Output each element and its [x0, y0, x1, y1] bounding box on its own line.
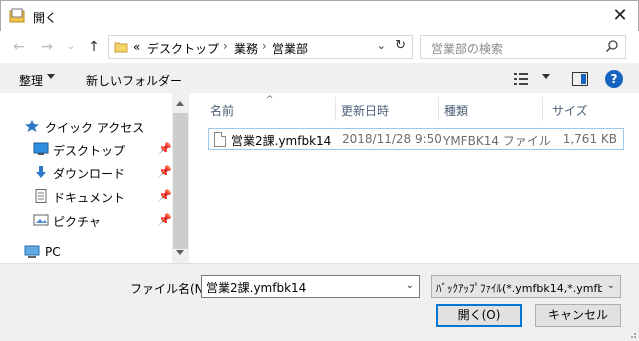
address-bar[interactable]: « デスクトップ › 業務 › 営業部 ⌄ ↻ — [108, 35, 413, 59]
sort-ascending-icon: ^ — [266, 95, 274, 105]
sidebar-item-documents[interactable]: ドキュメント 📌 — [0, 185, 172, 207]
sidebar-item-label: クイック アクセス — [45, 121, 145, 135]
file-icon — [214, 132, 226, 147]
sidebar-item-pictures[interactable]: ピクチャ 📌 — [0, 209, 172, 231]
navigation-pane: クイック アクセス デスクトップ 📌 ダウンロード 📌 ドキュメント 📌 ピクチ… — [0, 93, 190, 263]
sidebar-item-pc[interactable]: PC — [0, 241, 172, 263]
navigation-scrollbar[interactable] — [172, 93, 189, 263]
close-button[interactable]: ✕ — [608, 5, 632, 27]
file-list: ^ 名前 更新日時 種類 サイズ 営業2課.ymfbk14 2018/11/28… — [200, 93, 639, 263]
back-button[interactable]: ← — [10, 38, 28, 56]
sidebar-item-label: ドキュメント — [53, 191, 126, 205]
refresh-icon[interactable]: ↻ — [395, 38, 406, 53]
filename-dropdown-icon[interactable]: ⌄ — [406, 280, 414, 291]
sidebar-item-downloads[interactable]: ダウンロード 📌 — [0, 161, 172, 183]
breadcrumb-separator[interactable]: › — [223, 39, 228, 53]
preview-pane-icon[interactable] — [572, 72, 588, 86]
pc-icon — [24, 245, 40, 258]
pin-icon: 📌 — [158, 189, 172, 202]
breadcrumb-business[interactable]: 業務 — [234, 40, 258, 57]
up-button[interactable]: ↑ — [85, 38, 103, 56]
organize-caret-icon[interactable] — [47, 74, 55, 79]
file-type: YMFBK14 ファイル — [443, 134, 551, 148]
file-type-dropdown-icon[interactable]: ⌄ — [607, 280, 615, 291]
pictures-icon — [33, 214, 49, 226]
file-name: 営業2課.ymfbk14 — [231, 134, 332, 148]
address-overflow[interactable]: « — [133, 40, 140, 54]
scroll-up-icon[interactable] — [176, 101, 184, 106]
scroll-down-icon[interactable] — [176, 250, 184, 255]
sidebar-item-label: デスクトップ — [53, 144, 126, 158]
organize-button[interactable]: 整理 — [19, 72, 43, 89]
forward-button[interactable]: → — [38, 38, 56, 56]
new-folder-button[interactable]: 新しいフォルダー — [86, 72, 182, 89]
breadcrumb-desktop[interactable]: デスクトップ — [147, 40, 219, 57]
file-modified: 2018/11/28 9:50 — [342, 132, 442, 146]
column-divider[interactable] — [438, 97, 439, 121]
desktop-icon — [33, 142, 49, 155]
scroll-thumb[interactable] — [173, 113, 188, 249]
filename-field[interactable]: 営業2課.ymfbk14 ⌄ — [201, 275, 420, 298]
file-row[interactable]: 営業2課.ymfbk14 2018/11/28 9:50 YMFBK14 ファイ… — [208, 128, 624, 150]
file-size: 1,761 KB — [562, 132, 617, 146]
sidebar-item-label: PC — [45, 245, 61, 259]
column-header-size[interactable]: サイズ — [552, 102, 588, 119]
filename-input[interactable]: 営業2課.ymfbk14 — [206, 279, 306, 296]
search-box[interactable]: 営業部の検索 — [420, 35, 626, 59]
open-button[interactable]: 開く(O) — [436, 304, 522, 327]
address-dropdown-icon[interactable]: ⌄ — [377, 39, 386, 52]
column-divider[interactable] — [335, 97, 336, 121]
resize-grip-icon[interactable] — [627, 329, 637, 339]
sidebar-item-label: ピクチャ — [53, 215, 101, 229]
title-bar: 開く ✕ — [0, 0, 639, 31]
pin-icon: 📌 — [158, 142, 172, 155]
file-type-value: ﾊﾞｯｸｱｯﾌﾟﾌｧｲﾙ(*.ymfbk14,*.ymfbk13,*.ymfbk… — [436, 282, 602, 295]
app-icon — [9, 8, 25, 23]
pin-icon: 📌 — [158, 213, 172, 226]
column-divider[interactable] — [542, 97, 543, 121]
sidebar-item-desktop[interactable]: デスクトップ 📌 — [0, 138, 172, 160]
file-type-select[interactable]: ﾊﾞｯｸｱｯﾌﾟﾌｧｲﾙ(*.ymfbk14,*.ymfbk13,*.ymfbk… — [431, 275, 621, 298]
view-options-icon[interactable] — [513, 72, 529, 86]
navigation-bar: ← → ⌄ ↑ « デスクトップ › 業務 › 営業部 ⌄ ↻ 営業部の検索 — [0, 31, 639, 63]
pin-icon: 📌 — [158, 165, 172, 178]
command-bar: 整理 新しいフォルダー ? — [0, 63, 639, 93]
cancel-button[interactable]: キャンセル — [535, 304, 621, 327]
column-header-modified[interactable]: 更新日時 — [341, 102, 389, 119]
search-icon[interactable] — [605, 39, 619, 53]
breadcrumb-separator[interactable]: › — [262, 39, 267, 53]
folder-icon — [114, 42, 128, 53]
help-icon[interactable]: ? — [605, 70, 623, 88]
breadcrumb-sales[interactable]: 営業部 — [272, 40, 308, 57]
sidebar-item-quick-access[interactable]: クイック アクセス — [0, 115, 172, 137]
documents-icon — [35, 189, 47, 203]
search-input[interactable]: 営業部の検索 — [431, 40, 503, 57]
view-caret-icon[interactable] — [542, 74, 550, 79]
dialog-footer: ファイル名(N): 営業2課.ymfbk14 ⌄ ﾊﾞｯｸｱｯﾌﾟﾌｧｲﾙ(*.… — [0, 263, 639, 341]
star-icon — [25, 120, 39, 132]
recent-locations-button[interactable]: ⌄ — [62, 38, 80, 56]
window-title: 開く — [33, 11, 58, 25]
column-header-name[interactable]: 名前 — [210, 102, 234, 119]
sidebar-item-label: ダウンロード — [53, 167, 126, 181]
column-header-type[interactable]: 種類 — [444, 102, 468, 119]
download-icon — [36, 166, 46, 178]
